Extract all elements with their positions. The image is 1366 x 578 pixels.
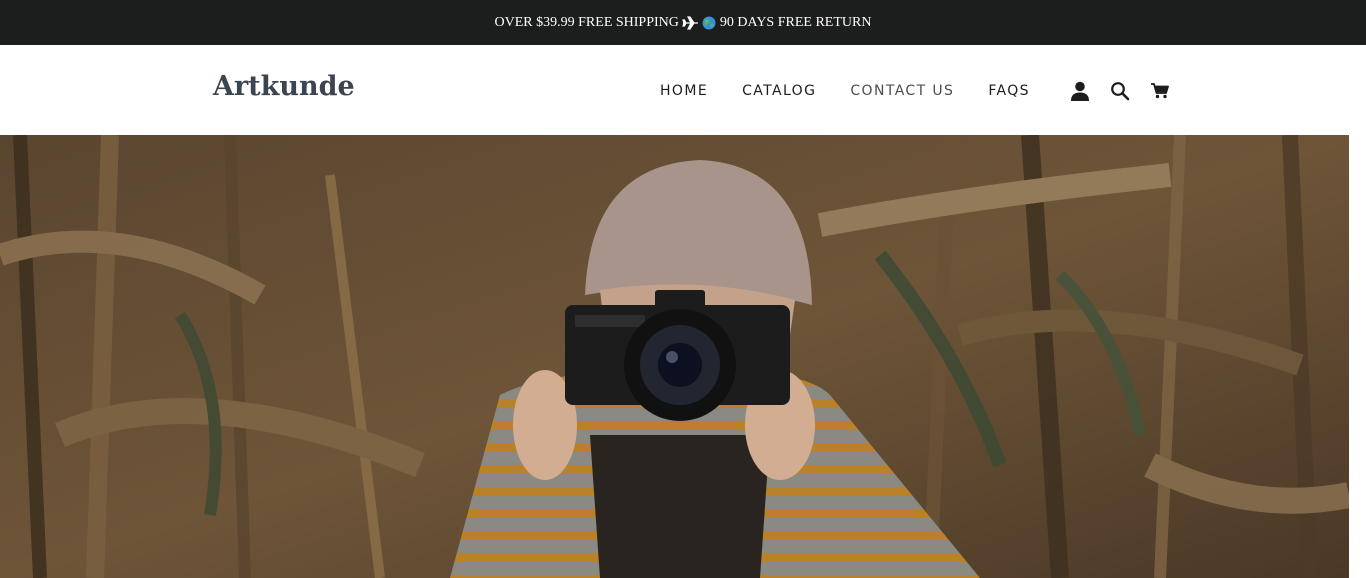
hero-image <box>0 135 1349 578</box>
globe-icon <box>702 16 716 30</box>
announcement-bar: OVER $39.99 FREE SHIPPING 90 DAYS FREE R… <box>0 0 1366 45</box>
nav-contact-us[interactable]: CONTACT US <box>850 83 954 99</box>
main-nav: HOME CATALOG CONTACT US FAQS <box>660 83 1064 99</box>
announcement-text-returns: 90 DAYS FREE RETURN <box>716 14 872 30</box>
nav-faqs[interactable]: FAQS <box>988 83 1030 99</box>
site-header: Artkunde HOME CATALOG CONTACT US FAQS <box>0 45 1366 135</box>
hero-photo <box>0 135 1349 578</box>
nav-catalog[interactable]: CATALOG <box>742 83 816 99</box>
announcement-text-shipping: OVER $39.99 FREE SHIPPING <box>494 14 683 30</box>
page-scrollbar[interactable] <box>1349 135 1366 578</box>
account-icon[interactable] <box>1068 79 1092 103</box>
airplane-icon <box>682 15 699 30</box>
cart-icon[interactable] <box>1148 79 1172 103</box>
search-icon[interactable] <box>1108 79 1132 103</box>
site-logo[interactable]: Artkunde <box>213 71 355 102</box>
nav-home[interactable]: HOME <box>660 83 708 99</box>
